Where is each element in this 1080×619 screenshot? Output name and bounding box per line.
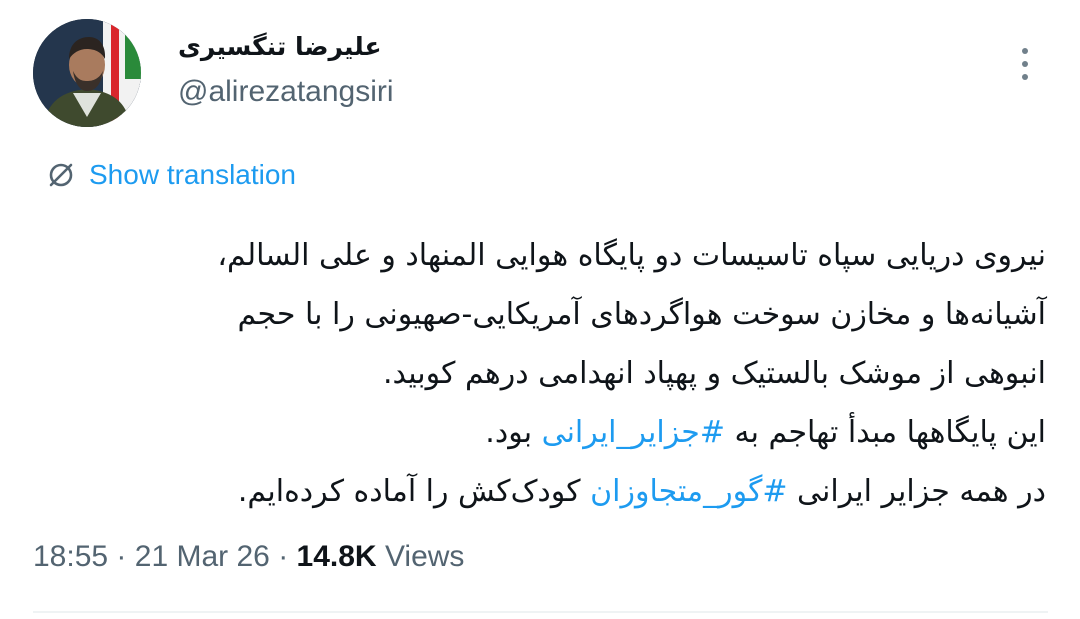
- tweet-line: نیروی دریایی سپاه تاسیسات دو پایگاه هوای…: [60, 226, 1046, 285]
- tweet-line-text: این پایگاهها مبدأ تهاجم به: [724, 415, 1046, 450]
- more-options-button[interactable]: [1008, 42, 1042, 86]
- tweet-time[interactable]: 18:55: [33, 540, 108, 573]
- tweet-card: علیرضا تنگسیری @alirezatangsiri Show tra…: [0, 0, 1080, 619]
- tweet-meta: 18:55 · 21 Mar 26 · 14.8K Views: [33, 537, 464, 577]
- meta-separator: ·: [116, 540, 127, 573]
- tweet-line: انبوهی از موشک بالستیک و پهپاد انهدامی د…: [60, 344, 1046, 403]
- tweet-line-text: آشیانه‌ها و مخازن سوخت هواگردهای آمریکای…: [237, 297, 1046, 332]
- translate-globe-icon: [49, 163, 73, 187]
- tweet-text: نیروی دریایی سپاه تاسیسات دو پایگاه هوای…: [60, 226, 1046, 521]
- hashtag-link[interactable]: #جزایر_ایرانی: [542, 415, 725, 450]
- more-vertical-icon-dot: [1022, 61, 1028, 67]
- tweet-line-text: نیروی دریایی سپاه تاسیسات دو پایگاه هوای…: [217, 238, 1046, 273]
- author-handle[interactable]: @alirezatangsiri: [178, 74, 778, 110]
- more-vertical-icon: [1022, 48, 1028, 54]
- views-label[interactable]: Views: [385, 540, 464, 573]
- tweet-line-text: انبوهی از موشک بالستیک و پهپاد انهدامی د…: [382, 356, 1046, 391]
- views-count[interactable]: 14.8K: [297, 540, 377, 573]
- avatar[interactable]: [33, 19, 141, 127]
- more-vertical-icon-dot: [1022, 74, 1028, 80]
- hashtag-link[interactable]: #گور_متجاوزان: [590, 474, 787, 509]
- divider: [33, 611, 1048, 613]
- tweet-date[interactable]: 21 Mar 26: [135, 540, 270, 573]
- meta-separator: ·: [278, 540, 289, 573]
- tweet-line-text: در همه جزایر ایرانی: [787, 474, 1046, 509]
- tweet-line: این پایگاهها مبدأ تهاجم به #جزایر_ایرانی…: [60, 403, 1046, 462]
- tweet-line-text: کودک‌کش را آماده کرده‌ایم.: [237, 474, 591, 509]
- show-translation-button[interactable]: Show translation: [46, 157, 296, 193]
- tweet-line-text: بود.: [485, 415, 542, 450]
- show-translation-label: Show translation: [89, 159, 297, 190]
- tweet-line: در همه جزایر ایرانی #گور_متجاوزان کودک‌ک…: [60, 462, 1046, 521]
- author-block: علیرضا تنگسیری @alirezatangsiri: [178, 30, 778, 110]
- tweet-line: آشیانه‌ها و مخازن سوخت هواگردهای آمریکای…: [60, 285, 1046, 344]
- author-display-name[interactable]: علیرضا تنگسیری: [178, 30, 778, 64]
- profile-photo: [33, 19, 141, 127]
